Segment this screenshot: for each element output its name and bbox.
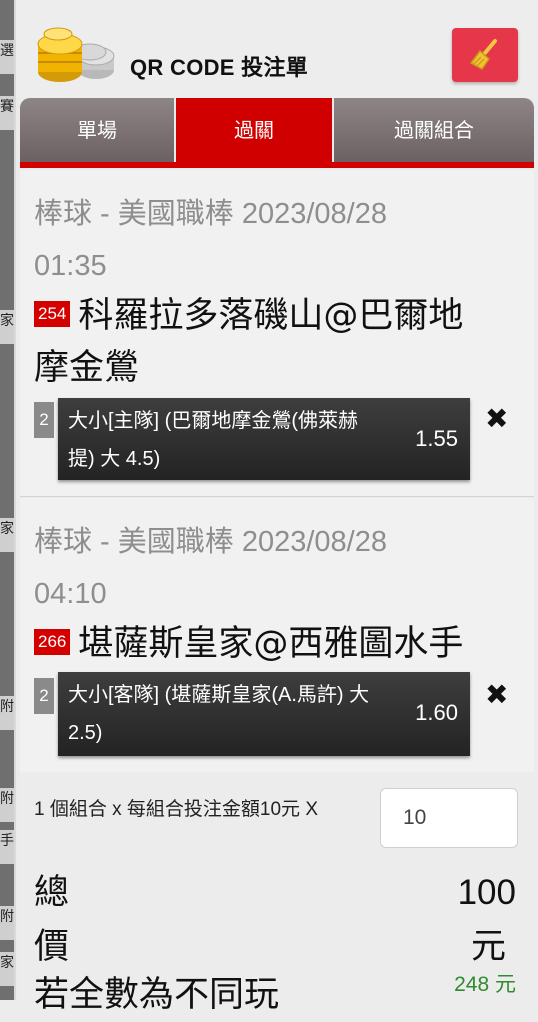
background-text: 家 <box>0 310 14 344</box>
match-teams: 堪薩斯皇家@西雅圖水手 <box>78 624 464 664</box>
background-text: 家 <box>0 518 14 552</box>
selection-index: 2 <box>34 678 54 714</box>
match-teams-cont: 摩金鶯 <box>34 348 140 388</box>
bet-description: 大小[客隊] (堪薩斯皇家(A.馬許) 大 2.5) <box>68 676 388 752</box>
background-text: 附 <box>0 696 14 730</box>
page-title: QR CODE 投注單 <box>130 55 309 80</box>
total-price-label: 總 價 <box>34 866 84 974</box>
bet-card: 棒球 - 美國職棒 2023/08/28 04:10 266 堪薩斯皇家@西雅圖水… <box>20 498 534 773</box>
match-time: 01:35 <box>34 250 107 282</box>
tab-underline <box>20 162 534 168</box>
bet-description-line: 大小[主隊] (巴爾地摩金鶯(佛萊赫 <box>68 410 358 432</box>
background-text: 賽 <box>0 96 14 130</box>
bet-description-line: 提) 大 4.5) <box>68 448 161 470</box>
close-icon[interactable]: ✖ <box>485 678 508 711</box>
bet-summary: 1 個組合 x 每組合投注金額10元 X 總 價 100 元 若全數為不同玩 2… <box>20 772 534 1015</box>
clear-all-button[interactable] <box>452 28 518 82</box>
tab-single[interactable]: 單場 <box>20 98 174 162</box>
background-text: 選 <box>0 40 14 74</box>
tab-parlay-combination[interactable]: 過關組合 <box>334 98 534 162</box>
tab-parlay[interactable]: 過關 <box>176 98 332 162</box>
background-page-strip: 選 賽 家 家 附 附 手 附 家 <box>0 0 14 1000</box>
match-league-date: 棒球 - 美國職棒 2023/08/28 <box>34 526 387 558</box>
coins-icon <box>37 27 115 82</box>
match-datetime: 棒球 - 美國職棒 2023/08/28 04:10 <box>34 516 474 620</box>
bet-type-tabs: 單場 過關 過關組合 <box>20 98 534 162</box>
total-price-value: 100 <box>457 873 516 912</box>
bet-selection[interactable]: 大小[客隊] (堪薩斯皇家(A.馬許) 大 2.5) 1.60 <box>58 672 470 756</box>
total-label-char: 總 <box>34 873 70 913</box>
close-icon[interactable]: ✖ <box>485 402 508 435</box>
total-label-char: 價 <box>34 927 70 967</box>
bet-description-line: 2.5) <box>68 722 103 744</box>
combination-label: 1 個組合 x 每組合投注金額10元 X <box>34 799 318 820</box>
match-league-date: 棒球 - 美國職棒 2023/08/28 <box>34 198 387 230</box>
potential-payout: 248 元 <box>454 973 516 996</box>
background-text: 附 <box>0 906 14 940</box>
match-datetime: 棒球 - 美國職棒 2023/08/28 01:35 <box>34 188 474 292</box>
match-time: 04:10 <box>34 578 107 610</box>
bet-description: 大小[主隊] (巴爾地摩金鶯(佛萊赫 提) 大 4.5) <box>68 402 388 478</box>
selection-index: 2 <box>34 402 54 438</box>
match-code-badge: 266 <box>34 629 71 655</box>
match-title: 266 堪薩斯皇家@西雅圖水手 <box>34 618 514 670</box>
bet-slip-panel: QR CODE 投注單 單場 過關 過關組合 棒球 - 美國職棒 2023/08… <box>14 0 536 1015</box>
total-price-unit: 元 <box>470 927 506 967</box>
background-text: 家 <box>0 952 14 986</box>
match-title: 254 科羅拉多落磯山@巴爾地 摩金鶯 <box>34 290 514 394</box>
bet-selection[interactable]: 大小[主隊] (巴爾地摩金鶯(佛萊赫 提) 大 4.5) 1.55 <box>58 398 470 480</box>
stake-amount-input[interactable] <box>380 788 518 848</box>
bet-description-line: 大小[客隊] (堪薩斯皇家(A.馬許) 大 <box>68 684 370 706</box>
background-text: 手 <box>0 830 14 864</box>
payout-note: 若全數為不同玩 <box>34 975 280 1015</box>
bet-card: 棒球 - 美國職棒 2023/08/28 01:35 254 科羅拉多落磯山@巴爾… <box>20 170 534 497</box>
bet-slip-header: QR CODE 投注單 <box>16 0 536 98</box>
broom-icon <box>469 39 497 70</box>
match-teams: 科羅拉多落磯山@巴爾地 <box>78 296 464 336</box>
match-code-badge: 254 <box>34 301 71 327</box>
bet-odds: 1.60 <box>415 700 458 725</box>
bet-odds: 1.55 <box>415 426 458 451</box>
background-text: 附 <box>0 788 14 822</box>
